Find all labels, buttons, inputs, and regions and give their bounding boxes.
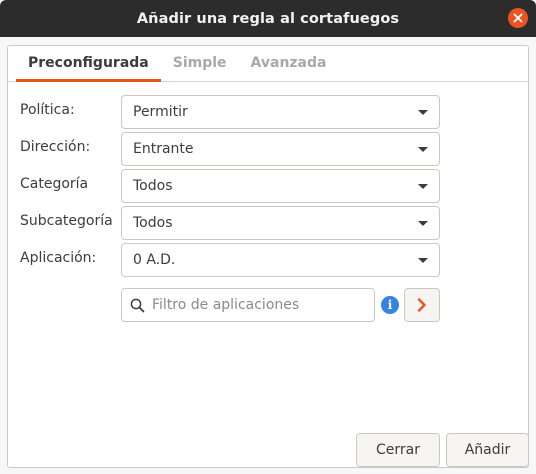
- categoria-label: Categoría: [20, 176, 89, 192]
- tab-bar: Preconfigurada Simple Avanzada: [8, 46, 528, 82]
- search-icon: [130, 298, 145, 312]
- politica-dropdown[interactable]: Permitir: [121, 95, 440, 129]
- close-icon: [513, 13, 523, 23]
- aplicacion-dropdown[interactable]: 0 A.D.: [121, 243, 440, 277]
- direccion-dropdown[interactable]: Entrante: [121, 132, 440, 166]
- direccion-value: Entrante: [133, 141, 194, 157]
- subcategoria-value: Todos: [133, 215, 173, 231]
- cancel-button[interactable]: Cerrar: [356, 433, 440, 467]
- chevron-right-icon: [417, 298, 426, 312]
- chevron-down-icon: [407, 183, 439, 190]
- subcategoria-dropdown[interactable]: Todos: [121, 206, 440, 240]
- window-title: Añadir una regla al cortafuegos: [136, 10, 400, 27]
- add-button[interactable]: Añadir: [446, 433, 529, 467]
- politica-label: Política:: [20, 102, 75, 118]
- tab-notebook: Preconfigurada Simple Avanzada Política:…: [7, 45, 529, 468]
- direccion-label: Dirección:: [20, 139, 91, 155]
- aplicacion-value: 0 A.D.: [133, 252, 176, 268]
- application-filter: [121, 288, 375, 322]
- categoria-dropdown[interactable]: Todos: [121, 169, 440, 203]
- chevron-down-icon: [407, 146, 439, 153]
- subcategoria-label: Subcategoría: [20, 213, 113, 229]
- chevron-down-icon: [407, 257, 439, 264]
- tab-avanzada[interactable]: Avanzada: [239, 46, 339, 82]
- filter-input[interactable]: [152, 297, 362, 313]
- dialog-body: Preconfigurada Simple Avanzada Política:…: [0, 37, 536, 474]
- info-icon[interactable]: i: [381, 296, 399, 314]
- tab-simple[interactable]: Simple: [161, 46, 239, 82]
- close-button[interactable]: [508, 8, 528, 28]
- title-bar: Añadir una regla al cortafuegos: [0, 0, 536, 37]
- forward-button[interactable]: [404, 288, 440, 322]
- chevron-down-icon: [407, 109, 439, 116]
- aplicacion-label: Aplicación:: [20, 250, 97, 266]
- categoria-value: Todos: [133, 178, 173, 194]
- chevron-down-icon: [407, 220, 439, 227]
- politica-value: Permitir: [133, 104, 188, 120]
- tab-preconfigurada[interactable]: Preconfigurada: [16, 46, 161, 82]
